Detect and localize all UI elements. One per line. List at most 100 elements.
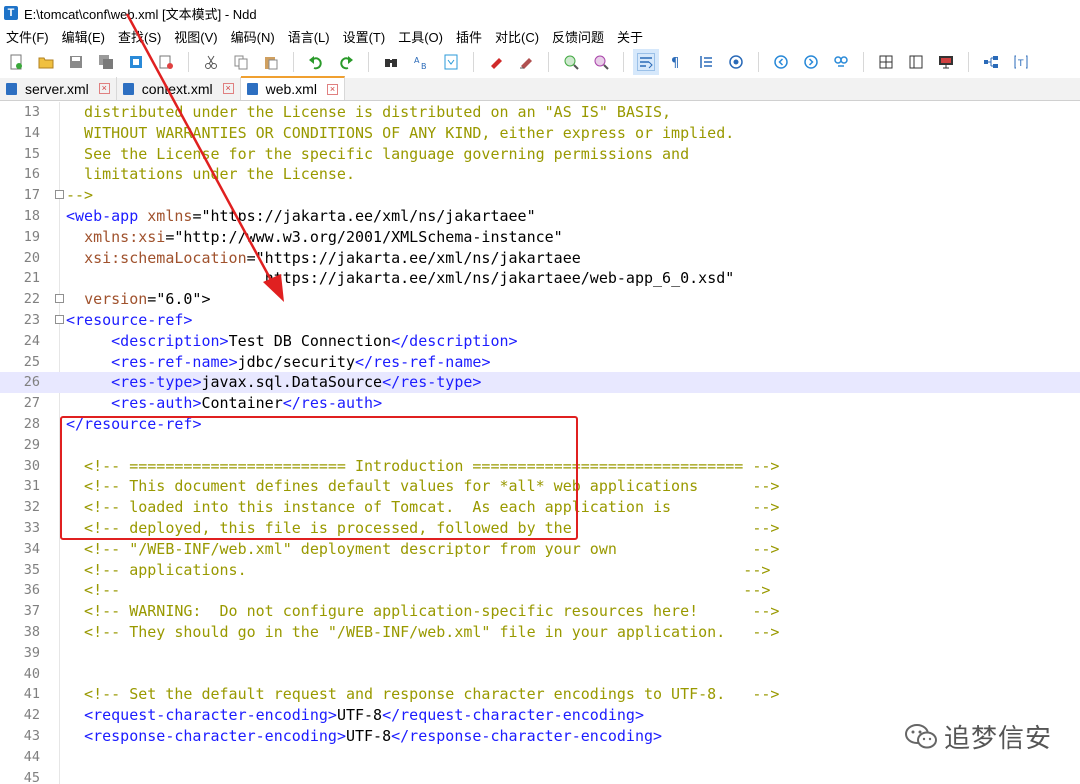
code-line[interactable]: 28 </resource-ref> <box>0 414 1080 435</box>
tab-server-xml[interactable]: server.xml × <box>0 77 117 100</box>
split-icon[interactable] <box>878 54 894 70</box>
save-icon[interactable] <box>68 54 84 70</box>
code-line[interactable]: 17 --> <box>0 185 1080 206</box>
bookmark-icon[interactable] <box>488 54 504 70</box>
code-line[interactable]: 24 <description>Test DB Connection</desc… <box>0 331 1080 352</box>
code-line[interactable]: 15 See the License for the specific lang… <box>0 144 1080 165</box>
code-text: </resource-ref> <box>66 414 202 433</box>
code-line[interactable]: 39 <box>0 643 1080 664</box>
code-line[interactable]: 20 xsi:schemaLocation="https://jakarta.e… <box>0 248 1080 269</box>
code-line[interactable]: 13 distributed under the License is dist… <box>0 102 1080 123</box>
menu-plugins[interactable]: 插件 <box>456 27 482 46</box>
code-line[interactable]: 32 <!-- loaded into this instance of Tom… <box>0 497 1080 518</box>
code-text: <res-auth>Container</res-auth> <box>111 394 383 413</box>
fold-marker-icon[interactable] <box>55 314 64 324</box>
code-text: <!-- ======================== Introducti… <box>66 456 780 475</box>
toolbar-separator <box>368 52 369 72</box>
text-mode-icon[interactable]: T <box>1013 54 1029 70</box>
code-line[interactable]: 45 <box>0 768 1080 784</box>
menu-settings[interactable]: 设置(T) <box>343 27 386 46</box>
new-file-icon[interactable] <box>8 54 24 70</box>
menu-feedback[interactable]: 反馈问题 <box>552 27 604 46</box>
open-folder-icon[interactable] <box>38 54 54 70</box>
code-line[interactable]: 31 <!-- This document defines default va… <box>0 476 1080 497</box>
code-text: WITHOUT WARRANTIES OR CONDITIONS OF ANY … <box>66 123 735 142</box>
code-line[interactable]: 21 https://jakarta.ee/xml/ns/jakartaee/w… <box>0 268 1080 289</box>
code-line[interactable]: 18 <web-app xmlns="https://jakarta.ee/xml… <box>0 206 1080 227</box>
menu-about[interactable]: 关于 <box>617 27 643 46</box>
code-line[interactable]: 23 <resource-ref> <box>0 310 1080 331</box>
code-line[interactable]: 26 <res-type>javax.sql.DataSource</res-t… <box>0 372 1080 394</box>
zoom-in-icon[interactable] <box>563 54 579 70</box>
code-line[interactable]: 36 <!-- --> <box>0 580 1080 601</box>
menu-compare[interactable]: 对比(C) <box>495 27 539 46</box>
save-all-icon[interactable] <box>98 54 114 70</box>
code-line[interactable]: 25 <res-ref-name>jdbc/security</res-ref-… <box>0 352 1080 373</box>
column-icon[interactable] <box>908 54 924 70</box>
menu-file[interactable]: 文件(F) <box>6 27 49 46</box>
code-line[interactable]: 33 <!-- deployed, this file is processed… <box>0 518 1080 539</box>
zoom-out-icon[interactable] <box>593 54 609 70</box>
redo-icon[interactable] <box>338 54 354 70</box>
code-text: See the License for the specific languag… <box>66 144 690 163</box>
line-number: 34 <box>23 540 40 557</box>
code-line[interactable]: 19 xmlns:xsi="http://www.w3.org/2001/XML… <box>0 227 1080 248</box>
code-line[interactable]: 14 WITHOUT WARRANTIES OR CONDITIONS OF A… <box>0 123 1080 144</box>
code-line[interactable]: 41 <!-- Set the default request and resp… <box>0 684 1080 705</box>
menu-encoding[interactable]: 编码(N) <box>231 27 275 46</box>
menu-tools[interactable]: 工具(O) <box>398 27 443 46</box>
line-number: 38 <box>23 623 40 640</box>
tab-close-icon[interactable]: × <box>326 83 338 95</box>
replace-icon[interactable]: AB <box>413 54 429 70</box>
code-line[interactable]: 30 <!-- ======================== Introdu… <box>0 456 1080 477</box>
code-line[interactable]: 22 version="6.0"> <box>0 289 1080 310</box>
fold-marker-icon[interactable] <box>55 190 64 200</box>
menu-edit[interactable]: 编辑(E) <box>62 27 105 46</box>
show-whitespace-icon[interactable] <box>728 54 744 70</box>
code-line[interactable]: 38 <!-- They should go in the "/WEB-INF/… <box>0 622 1080 643</box>
undo-icon[interactable] <box>308 54 324 70</box>
code-line[interactable]: 40 <box>0 664 1080 685</box>
menu-search[interactable]: 查找(S) <box>118 27 161 46</box>
paste-icon[interactable] <box>263 54 279 70</box>
code-line[interactable]: 29 <box>0 435 1080 456</box>
svg-text:B: B <box>421 62 427 70</box>
code-line[interactable]: 35 <!-- applications. --> <box>0 560 1080 581</box>
go-to-icon[interactable] <box>443 54 459 70</box>
clear-bookmark-icon[interactable] <box>518 54 534 70</box>
close-all-icon[interactable] <box>158 54 174 70</box>
close-icon[interactable] <box>128 54 144 70</box>
copy-icon[interactable] <box>233 54 249 70</box>
cut-icon[interactable] <box>203 54 219 70</box>
show-symbols-icon[interactable]: ¶ <box>668 54 684 70</box>
file-icon <box>122 82 134 95</box>
indent-guide-icon[interactable] <box>698 54 714 70</box>
code-editor[interactable]: 13 distributed under the License is dist… <box>0 102 1080 784</box>
menu-view[interactable]: 视图(V) <box>174 27 217 46</box>
code-line[interactable]: 27 <res-auth>Container</res-auth> <box>0 393 1080 414</box>
chat-bubble-icon <box>904 723 937 748</box>
next-icon[interactable] <box>803 54 819 70</box>
code-text: <web-app xmlns="https://jakarta.ee/xml/n… <box>66 206 536 225</box>
menu-language[interactable]: 语言(L) <box>288 27 330 46</box>
monitor-icon[interactable] <box>938 54 954 70</box>
tab-web-xml[interactable]: web.xml × <box>240 76 345 100</box>
tab-close-icon[interactable]: × <box>98 83 110 94</box>
line-number: 29 <box>23 436 40 453</box>
line-number: 18 <box>23 207 40 224</box>
tree-icon[interactable] <box>983 54 999 70</box>
fold-marker-icon[interactable] <box>55 294 64 304</box>
tab-close-icon[interactable]: × <box>222 83 234 94</box>
toolbar: AB ¶ T <box>0 46 1080 78</box>
wrap-icon[interactable] <box>637 53 655 71</box>
tab-label: server.xml <box>25 80 89 97</box>
prev-icon[interactable] <box>773 54 789 70</box>
code-text: <!-- applications. --> <box>66 560 771 579</box>
code-line[interactable]: 34 <!-- "/WEB-INF/web.xml" deployment de… <box>0 539 1080 560</box>
code-line[interactable]: 37 <!-- WARNING: Do not configure applic… <box>0 601 1080 622</box>
code-line[interactable]: 16 limitations under the License. <box>0 164 1080 185</box>
record-icon[interactable] <box>833 54 849 70</box>
toolbar-separator <box>548 52 549 72</box>
find-icon[interactable] <box>383 54 399 70</box>
tab-context-xml[interactable]: context.xml × <box>117 77 241 100</box>
